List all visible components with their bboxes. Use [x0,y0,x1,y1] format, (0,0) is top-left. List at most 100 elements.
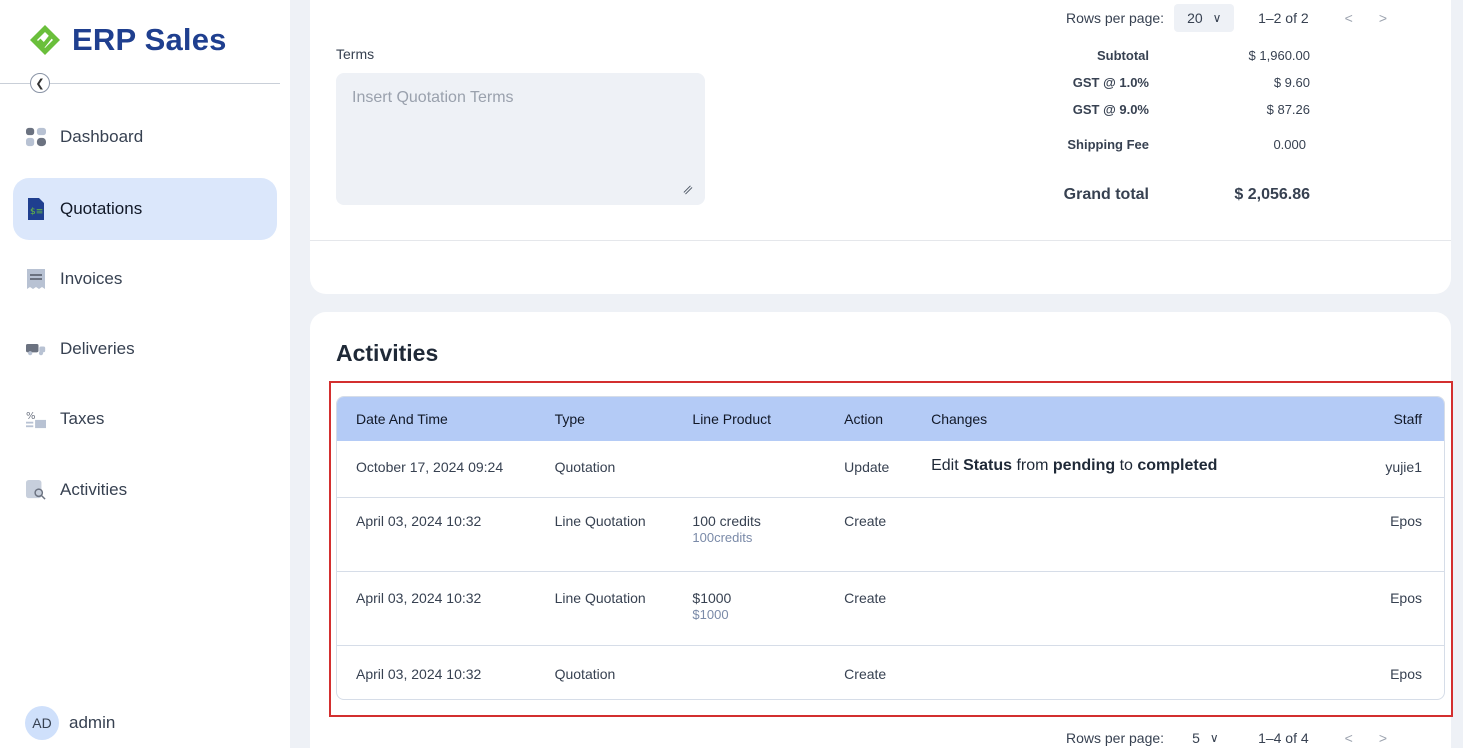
sidebar-item-quotations[interactable]: $≡ Quotations [13,178,277,240]
subtotal-label: Subtotal [1097,48,1149,63]
gst9-label: GST @ 9.0% [1072,102,1149,117]
rows-per-page-value: 20 [1187,10,1203,26]
sidebar: ERP Sales ❮ Dashboard $≡ Quotations Invo… [0,0,290,748]
cell-line-product: 100 credits 100credits [673,497,825,571]
cell-changes [912,645,1359,699]
activities-table: Date And Time Type Line Product Action C… [336,396,1445,700]
cell-type: Quotation [554,665,616,682]
column-header-date[interactable]: Date And Time [337,397,536,441]
cell-line-product: $1000 $1000 [673,571,825,645]
chevron-left-icon: ❮ [35,77,45,90]
cell-action: Update [844,459,890,475]
change-prefix: Edit [931,457,964,474]
column-header-staff[interactable]: Staff [1359,397,1444,441]
cell-action: Create [844,512,887,529]
sidebar-item-invoices[interactable]: Invoices [13,248,277,310]
sidebar-item-deliveries[interactable]: Deliveries [13,318,277,380]
top-pagination: Rows per page: 20 ∨ 1–2 of 2 <> [1066,4,1413,32]
sidebar-item-label: Quotations [60,199,143,218]
dashboard-icon [26,127,46,147]
product-name: $1000 [692,589,732,606]
cell-type: Line Quotation [554,589,646,606]
cell-date: April 03, 2024 10:32 [356,665,482,682]
rows-per-page-select[interactable]: 20 ∨ [1174,4,1235,32]
cell-staff: Epos [1390,512,1422,529]
grand-total-label: Grand total [1063,186,1149,203]
sidebar-item-taxes[interactable]: % Taxes [13,388,277,450]
gst9-value: $ 87.26 [1266,102,1310,117]
table-row[interactable]: April 03, 2024 10:32 Line Quotation 100 … [337,497,1444,571]
shipping-fee-value: 0.000 [1273,137,1306,152]
svg-text:%: % [26,411,36,422]
svg-text:$≡: $≡ [30,207,43,217]
sidebar-item-label: Taxes [60,409,105,428]
page-range: 1–2 of 2 [1258,10,1309,26]
gst1-label: GST @ 1.0% [1072,75,1149,90]
cell-type: Line Quotation [554,512,646,529]
grand-total-value: $ 2,056.86 [1234,186,1310,203]
change-new-value: completed [1137,457,1218,474]
quotation-icon: $≡ [26,198,46,220]
cell-type: Quotation [554,459,616,475]
cell-changes: Edit Status from pending to completed [912,441,1359,497]
truck-icon [26,339,46,359]
activity-icon [26,480,46,500]
terms-label: Terms [336,46,375,62]
rows-per-page-select[interactable]: 5 ∨ [1174,724,1235,748]
product-code: $1000 [692,606,729,622]
table-row[interactable]: October 17, 2024 09:24 Quotation Update … [337,441,1444,497]
terms-input[interactable] [336,73,705,205]
column-header-action[interactable]: Action [825,397,912,441]
cell-changes [912,571,1359,645]
logo-icon [30,25,60,55]
column-header-type[interactable]: Type [536,397,674,441]
collapse-sidebar-button[interactable]: ❮ [30,73,50,93]
page-nav: <> [1345,730,1413,746]
table-row[interactable]: April 03, 2024 10:32 Quotation Create Ep… [337,645,1444,699]
app-title: ERP Sales [72,22,227,57]
table-row[interactable]: April 03, 2024 10:32 Line Quotation $100… [337,571,1444,645]
rows-per-page-label: Rows per page: [1066,10,1165,26]
app-logo[interactable]: ERP Sales [28,22,227,58]
page-range: 1–4 of 4 [1258,730,1309,746]
cell-staff: yujie1 [1385,459,1422,475]
cell-staff: Epos [1390,665,1422,682]
previous-page-icon[interactable]: < [1345,10,1379,26]
sidebar-item-dashboard[interactable]: Dashboard [13,106,277,168]
rows-per-page-label: Rows per page: [1066,730,1165,746]
gst1-value: $ 9.60 [1273,75,1310,90]
sidebar-item-activities[interactable]: Activities [13,459,277,521]
change-old-value: pending [1052,457,1116,474]
change-to-word: to [1115,457,1138,474]
cell-line-product [673,645,825,699]
cell-changes [912,497,1359,571]
previous-page-icon[interactable]: < [1345,730,1379,746]
avatar: AD [25,706,59,740]
cell-action: Create [844,665,887,682]
card-divider [310,240,1451,241]
page-nav: <> [1345,10,1413,26]
shipping-fee-label: Shipping Fee [1067,137,1149,152]
column-header-changes[interactable]: Changes [912,397,1359,441]
user-name: admin [69,713,116,732]
user-profile[interactable]: AD admin [25,706,115,740]
sidebar-item-label: Dashboard [60,127,144,146]
next-page-icon[interactable]: > [1379,10,1413,26]
sidebar-item-label: Activities [60,480,128,499]
chevron-down-icon: ∨ [1212,11,1222,25]
product-code: 100credits [692,529,753,545]
next-page-icon[interactable]: > [1379,730,1413,746]
subtotal-value: $ 1,960.00 [1248,48,1310,63]
cell-date: October 17, 2024 09:24 [356,459,504,475]
activities-pagination: Rows per page: 5 ∨ 1–4 of 4 <> [1066,724,1413,748]
cell-action: Create [844,589,887,606]
invoice-icon [26,269,46,289]
sidebar-item-label: Invoices [60,269,123,288]
sidebar-item-label: Deliveries [60,339,135,358]
tax-icon: % [26,409,46,429]
change-field: Status [963,457,1013,474]
column-header-line-product[interactable]: Line Product [673,397,825,441]
cell-date: April 03, 2024 10:32 [356,512,482,529]
cell-line-product [673,441,825,497]
rows-per-page-value: 5 [1192,730,1200,746]
